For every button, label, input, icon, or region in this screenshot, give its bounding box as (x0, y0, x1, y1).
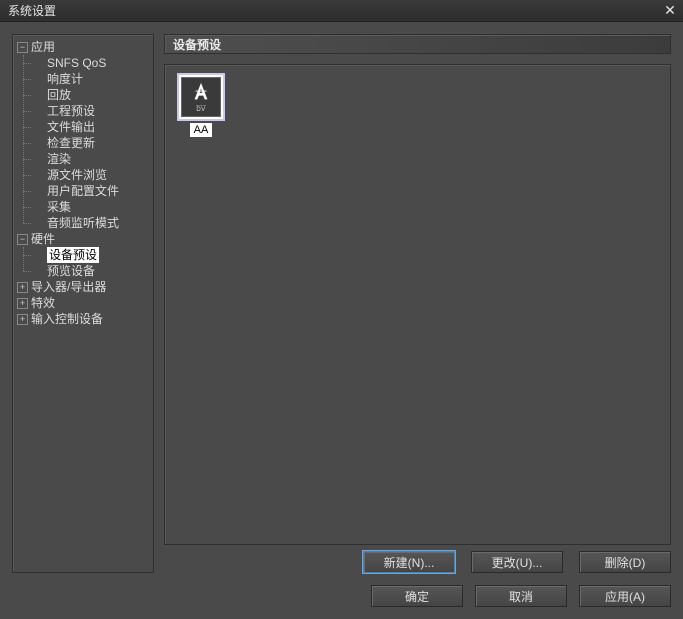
expand-icon[interactable]: + (17, 282, 28, 293)
tree-node-app[interactable]: − 应用 (15, 39, 151, 55)
tree-node-snfs-qos[interactable]: SNFS QoS (31, 55, 151, 71)
tree-node-user-profile[interactable]: 用户配置文件 (31, 183, 151, 199)
section-header: 设备预设 (164, 34, 671, 54)
titlebar: 系统设置 ✕ (0, 0, 683, 22)
tree-node-render[interactable]: 渲染 (31, 151, 151, 167)
preset-list[interactable]: DV AA (164, 64, 671, 545)
expand-icon[interactable]: + (17, 298, 28, 309)
expand-icon[interactable]: + (17, 314, 28, 325)
tree-node-importer-exporter[interactable]: +导入器/导出器 (15, 279, 151, 295)
ok-button[interactable]: 确定 (371, 585, 463, 607)
apply-button[interactable]: 应用(A) (579, 585, 671, 607)
dv-label: DV (196, 105, 205, 113)
tree-node-file-output[interactable]: 文件输出 (31, 119, 151, 135)
delete-button[interactable]: 删除(D) (579, 551, 671, 573)
tree-node-capture[interactable]: 采集 (31, 199, 151, 215)
window-title: 系统设置 (8, 2, 56, 19)
tree-node-hardware[interactable]: − 硬件 (15, 231, 151, 247)
tree-node-preview-device[interactable]: 预览设备 (31, 263, 151, 279)
tree-children-app: SNFS QoS 响度计 回放 工程预设 文件输出 检查更新 渲染 源文件浏览 … (31, 55, 151, 231)
tree-node-audio-monitor[interactable]: 音频监听模式 (31, 215, 151, 231)
cancel-button[interactable]: 取消 (475, 585, 567, 607)
collapse-icon[interactable]: − (17, 42, 28, 53)
dialog-footer: 确定 取消 应用(A) (12, 581, 671, 607)
tree-node-project-preset[interactable]: 工程预设 (31, 103, 151, 119)
collapse-icon[interactable]: − (17, 234, 28, 245)
preset-icon: DV (177, 73, 225, 121)
tree-node-source-browse[interactable]: 源文件浏览 (31, 167, 151, 183)
preset-label: AA (190, 123, 213, 137)
section-title: 设备预设 (173, 36, 221, 53)
new-button[interactable]: 新建(N)... (363, 551, 455, 573)
preset-buttons: 新建(N)... 更改(U)... 删除(D) (164, 551, 671, 573)
tree-node-device-preset[interactable]: 设备预设 (31, 247, 151, 263)
main-area: − 应用 SNFS QoS 响度计 回放 工程预设 文件输出 检查更新 渲染 (12, 34, 671, 573)
system-settings-window: 系统设置 ✕ − 应用 SNFS QoS 响度计 (0, 0, 683, 619)
nav-tree[interactable]: − 应用 SNFS QoS 响度计 回放 工程预设 文件输出 检查更新 渲染 (12, 34, 154, 573)
tree-node-playback[interactable]: 回放 (31, 87, 151, 103)
tree-node-loudness[interactable]: 响度计 (31, 71, 151, 87)
preset-item-aa[interactable]: DV AA (173, 73, 229, 137)
close-icon[interactable]: ✕ (661, 3, 679, 19)
body: − 应用 SNFS QoS 响度计 回放 工程预设 文件输出 检查更新 渲染 (0, 22, 683, 619)
content-pane: 设备预设 DV AA (164, 34, 671, 573)
tree-node-input-devices[interactable]: +输入控制设备 (15, 311, 151, 327)
letter-a-icon (190, 81, 212, 103)
change-button[interactable]: 更改(U)... (471, 551, 563, 573)
tree-node-effects[interactable]: +特效 (15, 295, 151, 311)
tree-node-check-update[interactable]: 检查更新 (31, 135, 151, 151)
tree-children-hardware: 设备预设 预览设备 (31, 247, 151, 279)
